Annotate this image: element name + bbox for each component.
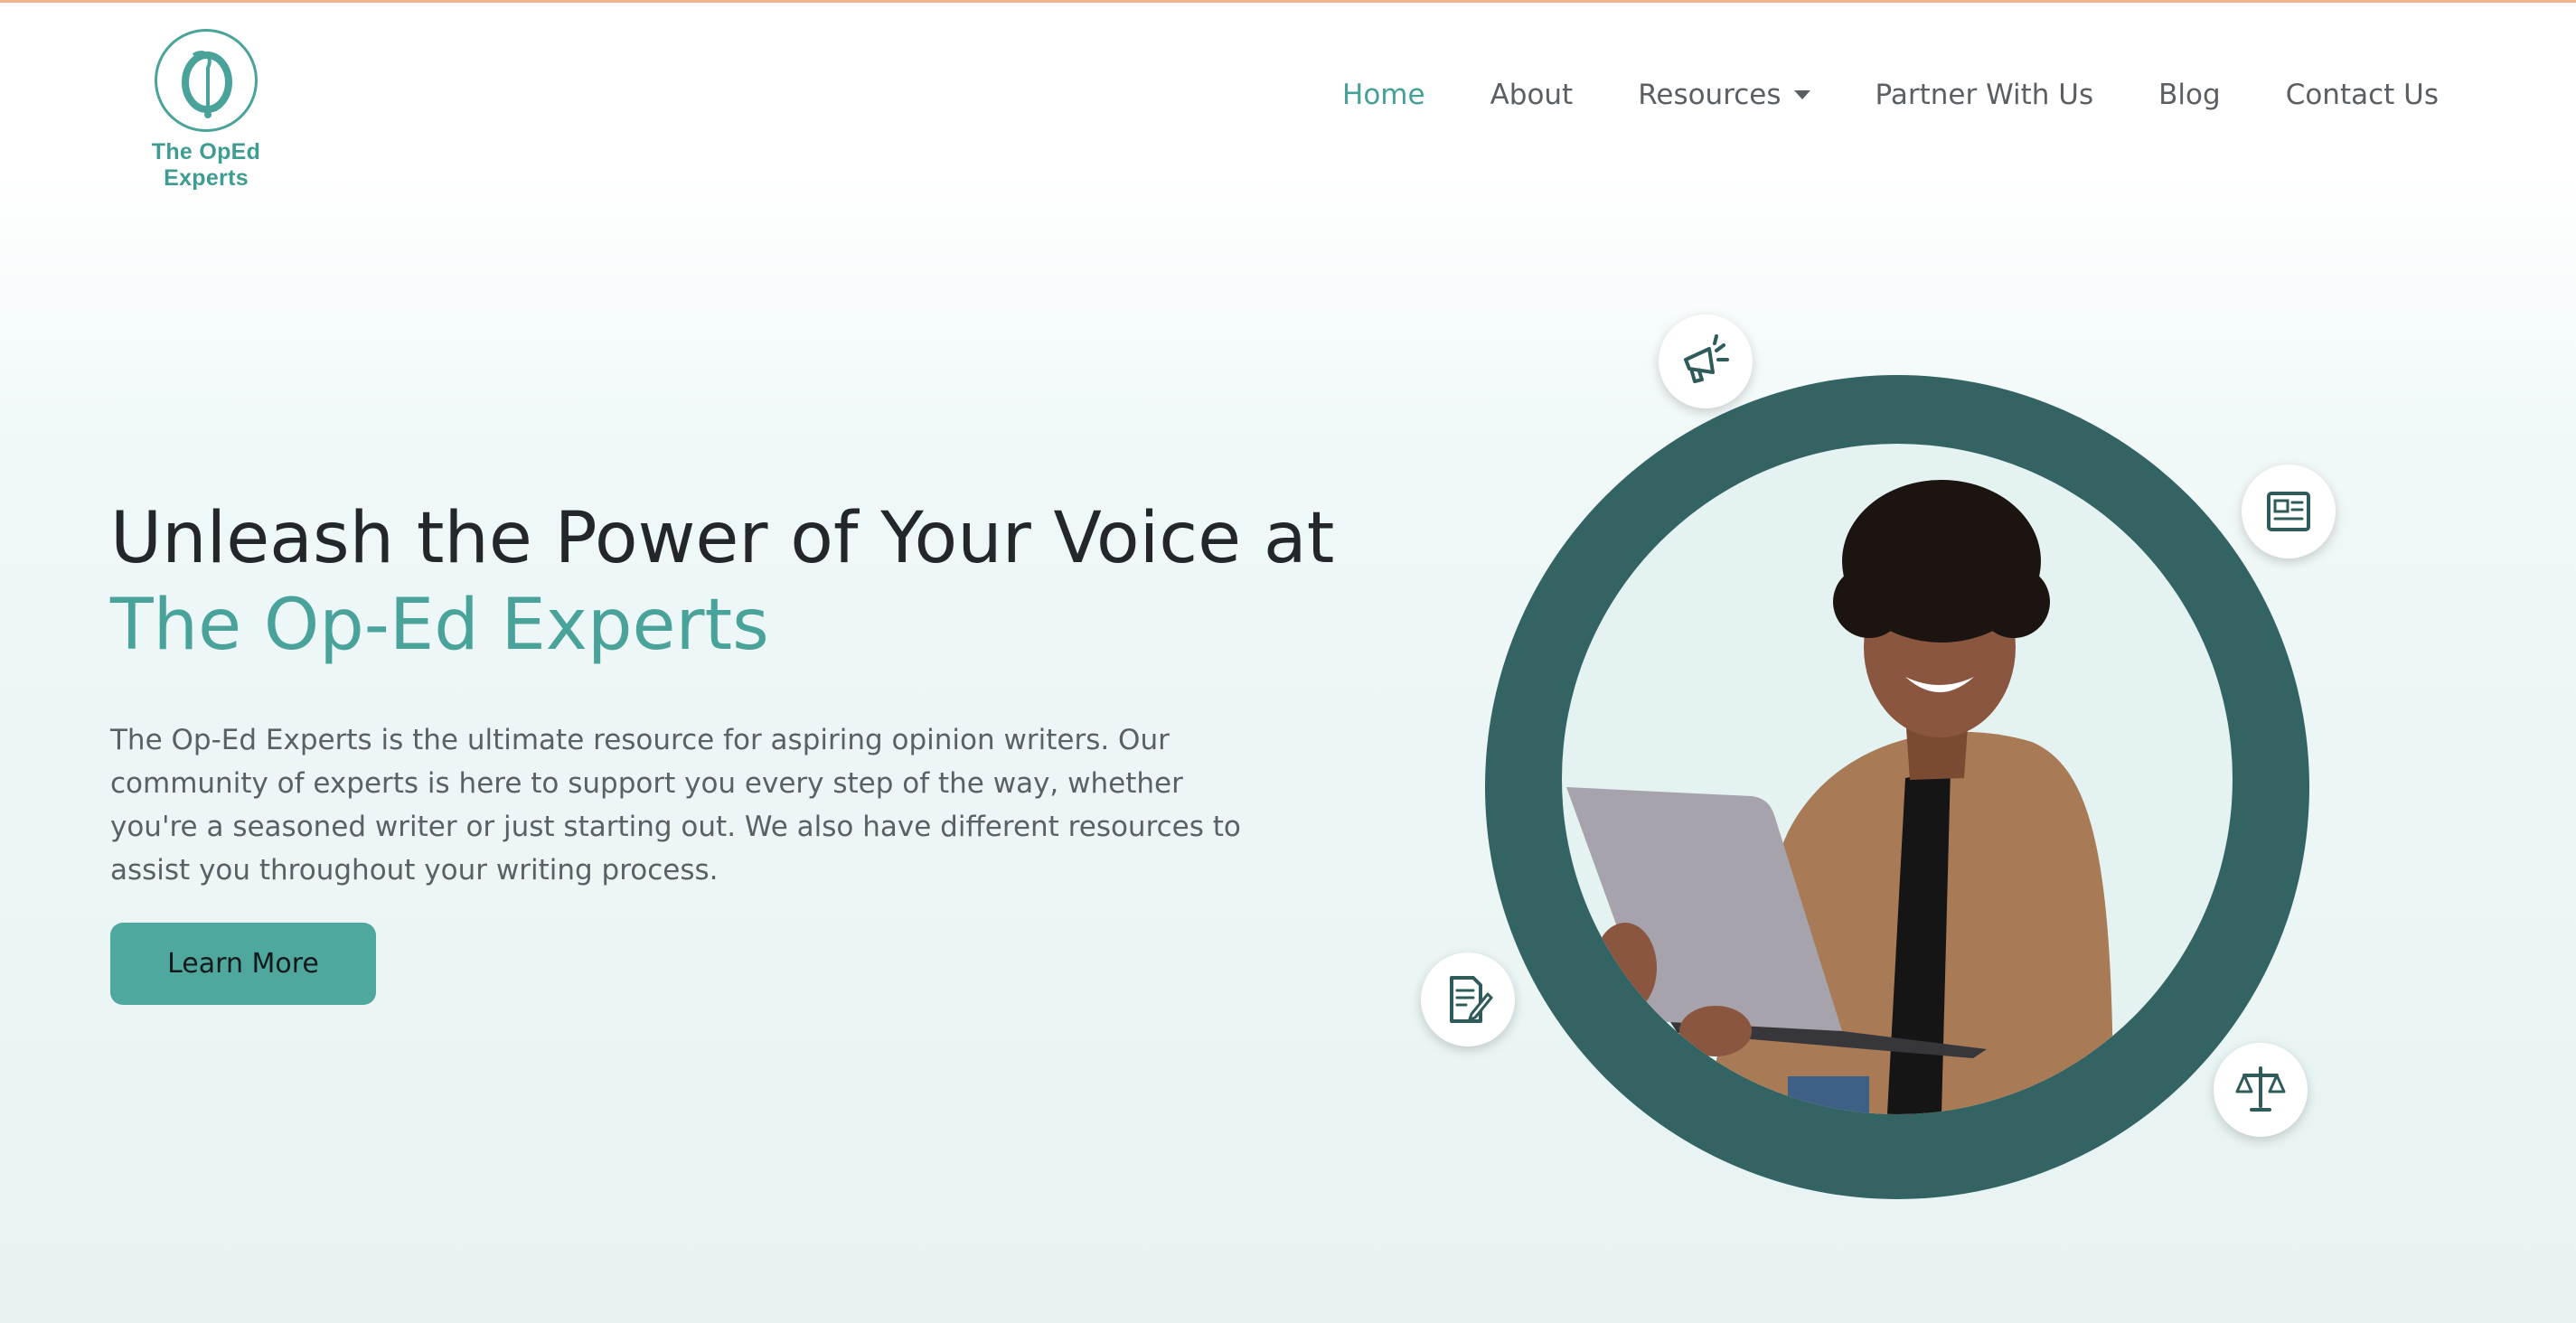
hero-title-line1: Unleash the Power of Your Voice at	[110, 498, 1335, 579]
nav-label-partner: Partner With Us	[1875, 79, 2094, 111]
caret-down-icon	[1793, 90, 1810, 99]
nav-label-about: About	[1490, 79, 1574, 111]
logo-monogram-icon	[155, 29, 258, 132]
newspaper-badge	[2242, 464, 2336, 558]
nav-item-partner[interactable]: Partner With Us	[1876, 79, 2094, 111]
hero-title-brand: The Op-Ed Experts	[110, 585, 769, 666]
logo-wordmark: The OpEd Experts	[151, 139, 261, 191]
newspaper-icon	[2267, 492, 2310, 531]
nav-item-home[interactable]: Home	[1342, 79, 1425, 111]
hero-description: The Op-Ed Experts is the ultimate resour…	[110, 724, 1241, 887]
nav-item-resources[interactable]: Resources	[1638, 79, 1810, 111]
nav-label-home: Home	[1342, 79, 1425, 111]
document-pen-icon	[1450, 976, 1493, 1023]
hero-photo	[1562, 444, 2233, 1114]
nav-label-resources: Resources	[1638, 79, 1782, 111]
learn-more-button[interactable]: Learn More	[110, 923, 376, 1005]
top-accent-border	[0, 0, 2576, 3]
scales-icon	[2235, 1066, 2286, 1112]
scales-badge	[2214, 1043, 2308, 1137]
nav-label-blog: Blog	[2158, 79, 2221, 111]
site-logo[interactable]: The OpEd Experts	[118, 27, 298, 191]
nav-label-contact: Contact Us	[2285, 79, 2439, 111]
woman-with-laptop-illustration	[1566, 480, 2113, 1114]
main-nav: Home About Resources Partner With Us Blo…	[1342, 72, 2439, 117]
nav-item-about[interactable]: About	[1490, 79, 1574, 111]
megaphone-badge	[1659, 314, 1753, 408]
nav-item-blog[interactable]: Blog	[2158, 79, 2221, 111]
hero-title: Unleash the Power of Your Voice at The O…	[110, 495, 1394, 669]
nav-item-contact[interactable]: Contact Us	[2286, 79, 2439, 111]
document-pen-badge	[1421, 952, 1515, 1046]
megaphone-icon	[1684, 334, 1729, 383]
